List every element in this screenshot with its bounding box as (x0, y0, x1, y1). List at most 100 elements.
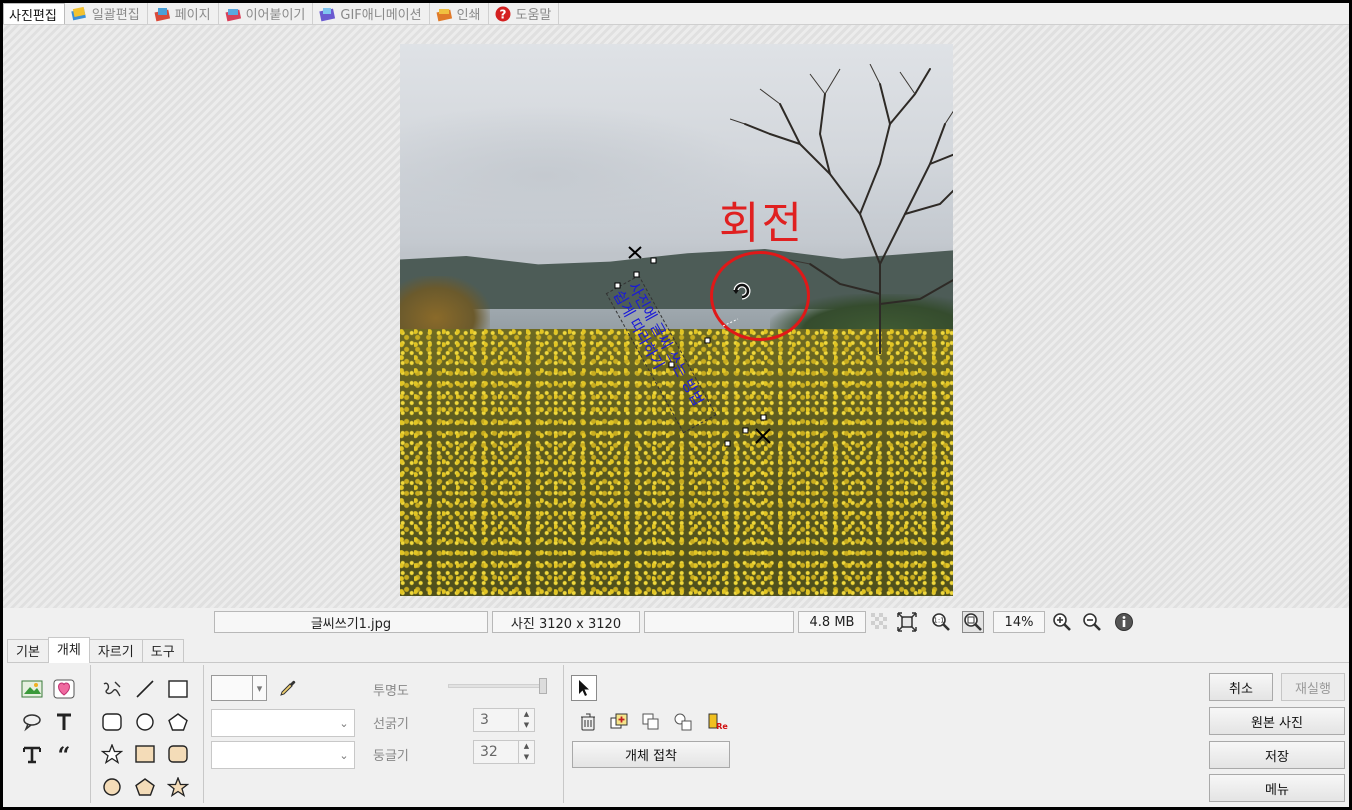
panel-separator (203, 665, 204, 803)
select-pointer-icon[interactable] (571, 675, 597, 701)
print-icon (436, 8, 452, 21)
rounded-rect-icon[interactable] (99, 709, 125, 735)
stepper-buttons[interactable]: ▲ ▼ (518, 741, 534, 763)
status-empty-field (644, 611, 794, 633)
tab-label: 페이지 (174, 8, 211, 23)
batch-edit-icon (71, 6, 86, 20)
gif-icon (319, 7, 336, 21)
cancel-button[interactable]: 취소 (1209, 673, 1273, 701)
eyedropper-icon[interactable] (275, 675, 301, 701)
tab-gif-animation[interactable]: GIF애니메이션 (313, 3, 430, 24)
tab-page[interactable]: 페이지 (148, 3, 219, 24)
tab-join[interactable]: 이어붙이기 (219, 3, 314, 24)
main-tab-bar: 사진편집 일괄편집 페이지 이어붙이기 GIF애니메이션 인쇄 ? 도움말 (3, 3, 1349, 25)
delete-handle-icon (628, 246, 642, 259)
attach-object-button[interactable]: 개체 접착 (572, 741, 730, 768)
style-select[interactable]: ⌄ (211, 741, 355, 769)
tab-label: GIF애니메이션 (340, 8, 422, 23)
line-width-label: 선굵기 (373, 717, 409, 732)
rectangle-icon[interactable] (165, 676, 191, 702)
filled-pentagon-icon[interactable] (132, 774, 158, 800)
selection-handles (614, 246, 771, 447)
fit-screen-icon[interactable] (896, 611, 918, 633)
status-filesize: 4.8 MB (798, 611, 866, 633)
tab-batch-edit[interactable]: 일괄편집 (65, 3, 148, 24)
speech-bubble-icon[interactable] (19, 709, 45, 735)
actual-size-icon[interactable]: 1:1 (930, 611, 952, 633)
original-photo-button[interactable]: 원본 사진 (1209, 707, 1345, 735)
status-dimensions: 사진 3120 x 3120 (492, 611, 640, 633)
chevron-down-icon: ▾ (252, 676, 266, 700)
status-bar: 글씨쓰기1.jpg 사진 3120 x 3120 4.8 MB 1:1 14% (3, 608, 1349, 636)
save-button[interactable]: 저장 (1209, 741, 1345, 769)
tab-photo-edit[interactable]: 사진편집 (3, 3, 65, 24)
filled-circle-icon[interactable] (99, 774, 125, 800)
redo-button[interactable]: 재실행 (1281, 673, 1345, 701)
info-icon[interactable] (1113, 611, 1135, 633)
tab-help[interactable]: ? 도움말 (489, 3, 560, 24)
insert-sticker-icon[interactable] (51, 676, 77, 702)
line-width-value: 3 (480, 712, 489, 728)
tab-crop[interactable]: 자르기 (88, 639, 143, 663)
resize-handle (633, 271, 640, 278)
star-icon[interactable] (99, 741, 125, 767)
zoom-level: 14% (993, 611, 1045, 633)
font-select[interactable]: ⌄ (211, 709, 355, 737)
tab-tools[interactable]: 도구 (141, 639, 184, 663)
insert-image-icon[interactable] (19, 676, 45, 702)
circle-icon[interactable] (132, 709, 158, 735)
filled-rounded-rect-icon[interactable] (165, 741, 191, 767)
join-icon (225, 8, 241, 21)
text-style-icon[interactable] (19, 741, 45, 767)
opacity-slider[interactable] (448, 678, 547, 694)
filled-rect-icon[interactable] (132, 741, 158, 767)
resize-handle (650, 257, 657, 264)
menu-button[interactable]: 메뉴 (1209, 774, 1345, 802)
tab-label: 이어붙이기 (245, 8, 306, 23)
zoom-in-icon[interactable] (1051, 611, 1073, 633)
line-icon[interactable] (132, 676, 158, 702)
status-filename: 글씨쓰기1.jpg (214, 611, 488, 633)
svg-text:1:1: 1:1 (933, 617, 944, 625)
pentagon-icon[interactable] (165, 709, 191, 735)
tab-basic[interactable]: 기본 (7, 639, 49, 663)
tab-label: 인쇄 (456, 8, 481, 23)
duplicate-object-icon[interactable] (638, 709, 664, 735)
chevron-down-icon: ⌄ (339, 716, 349, 730)
svg-text:?: ? (499, 7, 506, 21)
zoom-fit-icon[interactable] (962, 611, 984, 633)
roundness-value: 32 (480, 744, 498, 760)
zoom-out-icon[interactable] (1081, 611, 1103, 633)
add-object-icon[interactable] (606, 709, 632, 735)
opacity-slider-thumb[interactable] (539, 678, 547, 694)
tab-label: 사진편집 (9, 8, 57, 24)
tab-print[interactable]: 인쇄 (430, 3, 489, 24)
roundness-stepper[interactable]: 32 ▲ ▼ (473, 740, 535, 764)
page-icon (154, 7, 170, 21)
panel-separator (90, 665, 91, 803)
filled-star-icon[interactable] (165, 774, 191, 800)
help-icon: ? (495, 6, 510, 21)
reset-object-icon[interactable]: Re (704, 709, 730, 735)
quote-icon[interactable]: “ (51, 741, 77, 767)
group-object-icon[interactable] (670, 709, 696, 735)
panel-tab-bar: 기본 개체 자르기 도구 (7, 637, 184, 663)
tab-label: 도움말 (515, 8, 552, 23)
selection-layer: 사진에 글씨 쓰는 방법 쉽게 따라하기 (3, 25, 1349, 630)
stepper-buttons[interactable]: ▲ ▼ (518, 709, 534, 731)
text-tool-icon[interactable] (51, 709, 77, 735)
canvas-workspace[interactable]: 회전 사진에 글씨 쓰는 방법 쉽게 따라하기 (3, 25, 1349, 608)
delete-object-icon[interactable] (575, 709, 601, 735)
tab-object[interactable]: 개체 (47, 637, 90, 663)
line-width-stepper[interactable]: 3 ▲ ▼ (473, 708, 535, 732)
app-window: 사진편집 일괄편집 페이지 이어붙이기 GIF애니메이션 인쇄 ? 도움말 회전… (3, 3, 1349, 807)
color-picker[interactable]: ▾ (211, 675, 267, 701)
resize-handle (742, 427, 749, 434)
object-panel: “ ▾ ⌄ ⌄ 투명도 선굵기 3 ▲ ▼ 둥글기 32 ▲ ▼ Re 개체 접… (7, 662, 1349, 807)
resize-handle (668, 361, 675, 368)
freehand-icon[interactable] (99, 676, 125, 702)
resize-handle (614, 282, 621, 289)
transparency-grid-icon[interactable] (869, 611, 891, 633)
panel-separator (563, 665, 564, 803)
svg-text:Re: Re (716, 722, 728, 731)
